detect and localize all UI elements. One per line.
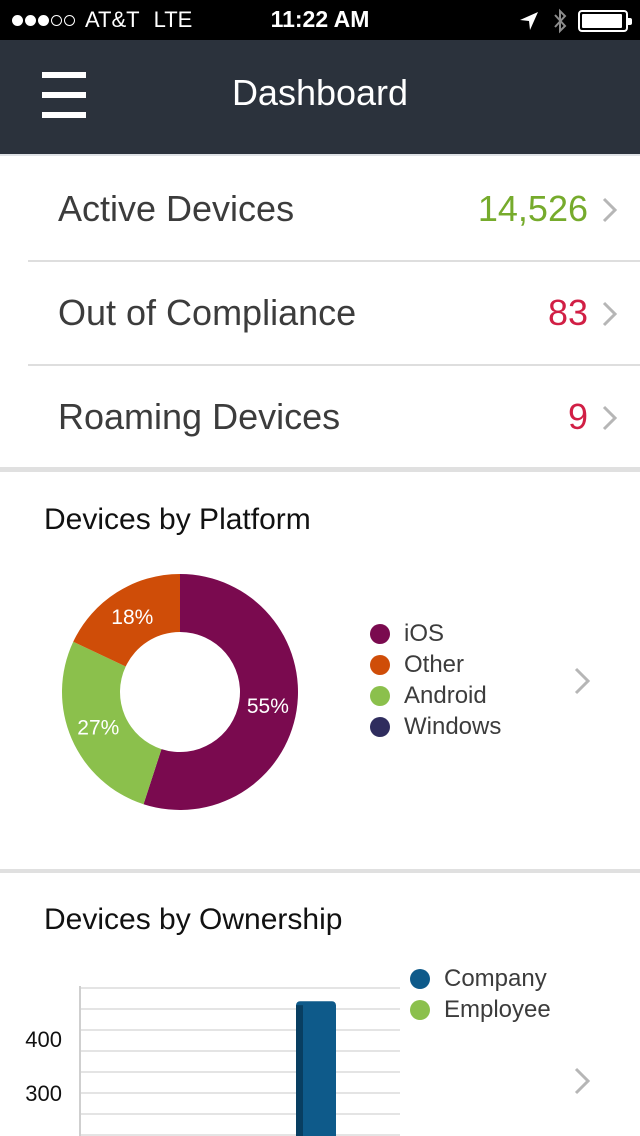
hamburger-menu-icon[interactable] [36, 70, 92, 120]
summary-value: 14,526 [477, 188, 588, 229]
y-tick-label: 400 [25, 1027, 62, 1052]
signal-dot [64, 14, 75, 26]
legend-label: Other [404, 650, 465, 678]
status-bar: AT&T LTE 11:22 AM [0, 0, 640, 40]
summary-list: Active Devices 14,526 Out of Compliance … [0, 158, 640, 470]
legend-swatch [410, 968, 430, 989]
platform-legend: iOS Other Android Windows [370, 618, 501, 742]
legend-item-android: Android [370, 680, 501, 711]
legend-item-other: Other [370, 649, 501, 680]
summary-row-out-of-compliance[interactable]: Out of Compliance 83 [28, 262, 640, 366]
network-type: LTE [153, 7, 193, 32]
battery-tip [628, 18, 632, 25]
legend-swatch [410, 999, 430, 1020]
y-tick-label: 300 [25, 1081, 62, 1106]
legend-swatch [370, 685, 390, 706]
signal-dot [38, 14, 49, 26]
legend-item-windows: Windows [370, 711, 501, 742]
page-title: Dashboard [231, 72, 409, 113]
signal-strength-icon [12, 14, 77, 26]
legend-label: Windows [404, 712, 502, 740]
ownership-card-title: Devices by Ownership [44, 903, 343, 936]
summary-value: 83 [547, 292, 588, 333]
summary-row-roaming-devices[interactable]: Roaming Devices 9 [28, 366, 640, 470]
legend-swatch [370, 623, 390, 644]
bluetooth-icon [552, 8, 568, 34]
signal-dot [51, 14, 62, 26]
legend-swatch [370, 716, 390, 737]
nav-bar: Dashboard [0, 40, 640, 156]
section-divider [0, 869, 640, 873]
ownership-legend: Company Employee [410, 963, 551, 1025]
ownership-details-chevron-icon[interactable] [572, 1066, 592, 1096]
battery-level [582, 14, 622, 28]
chevron-right-icon [602, 301, 618, 327]
menu-bar-top [42, 72, 86, 78]
signal-dot [12, 14, 23, 26]
donut-slice-label: 18% [111, 606, 153, 629]
summary-label: Active Devices [58, 188, 295, 229]
signal-dot [25, 14, 36, 26]
section-divider [0, 467, 640, 472]
platform-donut-chart: 55% 27% 18% [61, 574, 299, 810]
donut-slice-label: 55% [247, 695, 289, 718]
status-right [518, 8, 632, 34]
location-arrow-icon [518, 10, 540, 32]
dashboard-screen: AT&T LTE 11:22 AM Dashboard Active Devic… [0, 0, 640, 1136]
summary-label: Roaming Devices [58, 396, 341, 437]
battery-icon [578, 10, 632, 32]
menu-bar-bottom [42, 112, 86, 118]
legend-label: Android [404, 681, 487, 709]
summary-row-active-devices[interactable]: Active Devices 14,526 [28, 158, 640, 262]
chevron-right-icon [602, 197, 618, 223]
carrier-name: AT&T [85, 7, 140, 32]
legend-item-ios: iOS [370, 618, 501, 649]
summary-value: 9 [567, 396, 588, 437]
legend-label: iOS [404, 619, 445, 647]
status-left: AT&T LTE [12, 7, 192, 33]
legend-item-company: Company [410, 963, 551, 994]
bar-company-shade [296, 1005, 303, 1136]
platform-card-title: Devices by Platform [44, 503, 311, 536]
menu-bar-middle [42, 92, 86, 98]
legend-label: Company [444, 964, 547, 992]
summary-label: Out of Compliance [58, 292, 357, 333]
ownership-bar-chart: 400 300 [25, 986, 400, 1136]
platform-details-chevron-icon[interactable] [572, 666, 592, 696]
legend-swatch [370, 654, 390, 675]
legend-item-employee: Employee [410, 994, 551, 1025]
donut-slice-label: 27% [77, 716, 119, 739]
legend-label: Employee [444, 995, 551, 1023]
chevron-right-icon [602, 405, 618, 431]
